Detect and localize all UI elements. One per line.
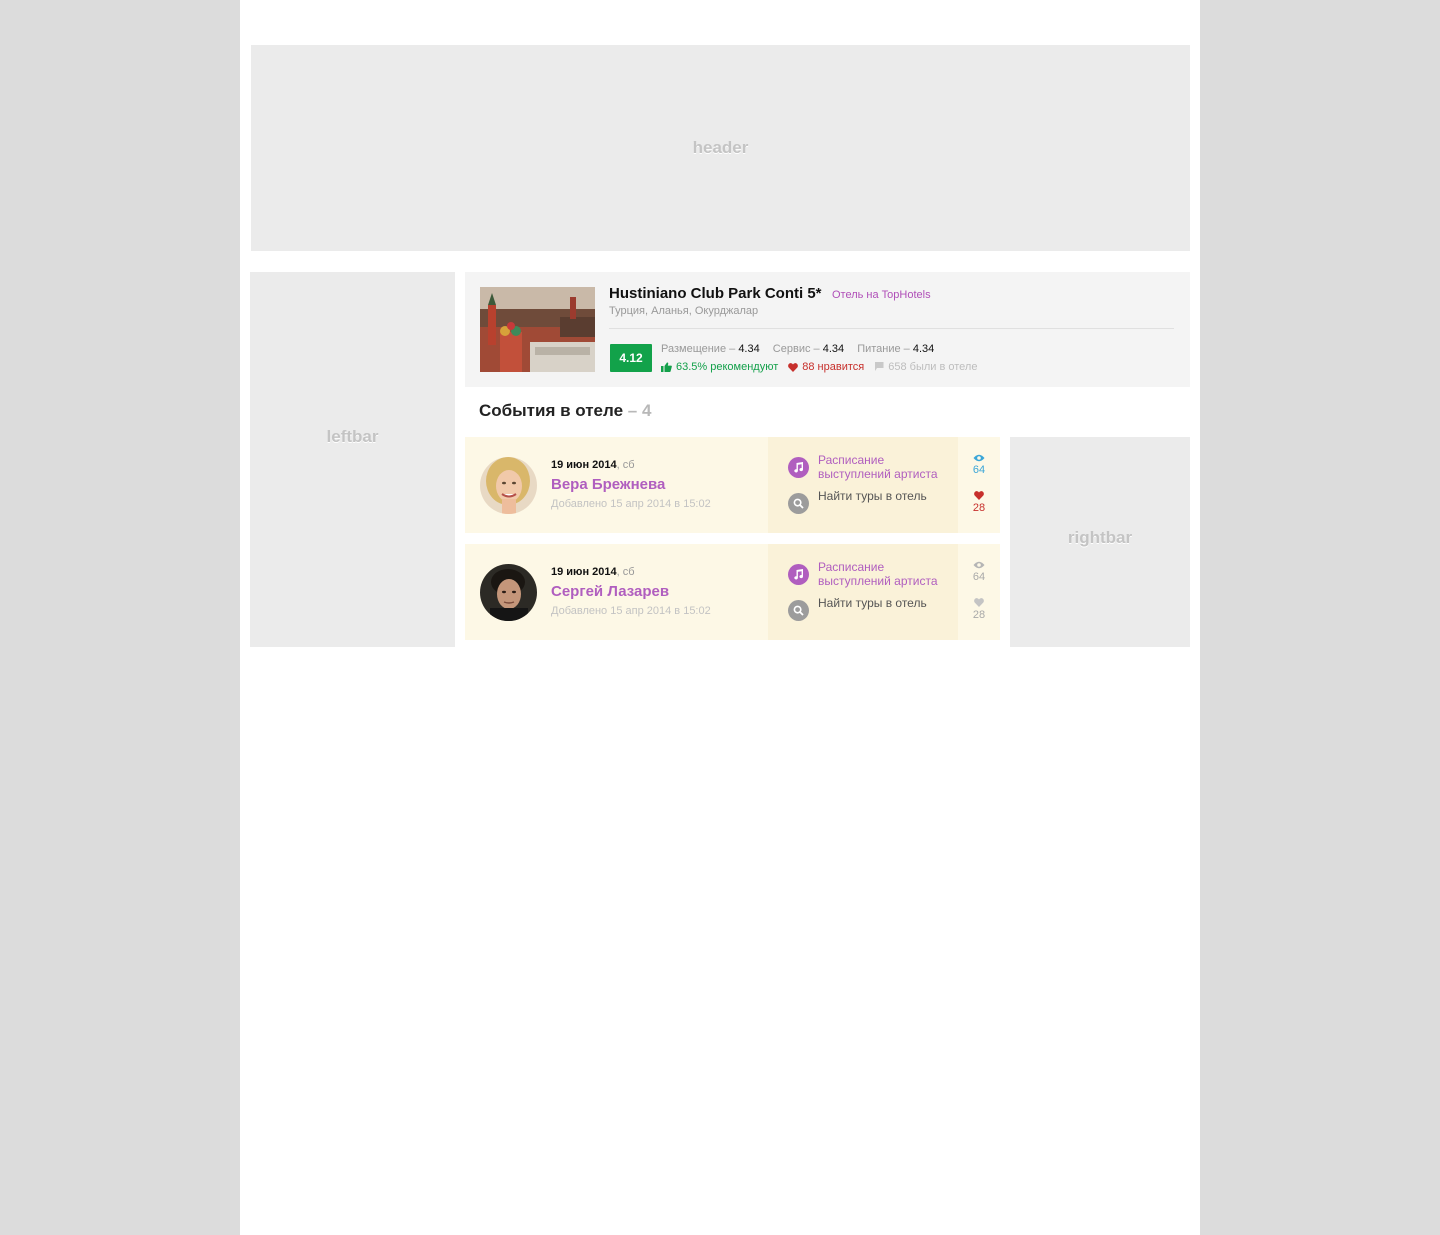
- hotel-name[interactable]: Hustiniano Club Park Conti 5*: [609, 285, 822, 302]
- stat-recommend-label: 63.5% рекомендуют: [676, 361, 779, 373]
- event-day: сб: [622, 459, 635, 471]
- event-card: 19 июн 2014, сб Вера Брежнева Добавлено …: [465, 437, 1000, 533]
- event-date: 19 июн 2014, сб: [551, 459, 635, 471]
- hotel-tag-link[interactable]: Отель на TopHotels: [832, 289, 931, 301]
- likes-count: 28: [972, 609, 986, 621]
- event-actions: Расписание выступлений артиста Найти тур…: [768, 437, 958, 533]
- event-card: 19 июн 2014, сб Сергей Лазарев Добавлено…: [465, 544, 1000, 640]
- hotel-stats: 63.5% рекомендуют 88 нравится 658 были в…: [661, 361, 977, 373]
- event-added-date: Добавлено 15 апр 2014 в 15:02: [551, 498, 711, 510]
- stat-likes[interactable]: 88 нравится: [788, 361, 864, 373]
- events-heading-title: События в отеле: [479, 401, 624, 420]
- hotel-photo[interactable]: [480, 287, 595, 372]
- thumbs-up-icon: [661, 362, 672, 372]
- artist-schedule-label: Расписание выступлений артиста: [818, 453, 938, 481]
- leftbar-placeholder-label: leftbar: [326, 426, 379, 446]
- heart-icon: [788, 362, 799, 372]
- avatar[interactable]: [480, 457, 537, 514]
- rating-value: 4.34: [738, 343, 760, 355]
- event-artist-name[interactable]: Вера Брежнева: [551, 476, 665, 493]
- rating-value: 4.34: [912, 343, 935, 355]
- header-placeholder-label: header: [692, 138, 749, 157]
- find-tours-label: Найти туры в отель: [818, 489, 927, 503]
- avatar[interactable]: [480, 564, 537, 621]
- rightbar-placeholder: rightbar: [1010, 437, 1190, 647]
- rating-accommodation: Размещение – 4.34: [661, 343, 760, 355]
- events-heading: События в отеле – 4: [479, 401, 651, 421]
- event-counters: 64 28: [958, 544, 1000, 640]
- stat-likes-label: 88 нравится: [802, 361, 865, 373]
- divider: [609, 328, 1174, 329]
- find-tours-label: Найти туры в отель: [818, 596, 927, 610]
- hotel-title-row: Hustiniano Club Park Conti 5* Отель на T…: [609, 285, 931, 303]
- hotel-score-badge: 4.12: [610, 344, 652, 372]
- rating-food: Питание – 4.34: [857, 343, 935, 355]
- events-heading-count: – 4: [627, 401, 652, 420]
- hotel-card: Hustiniano Club Park Conti 5* Отель на T…: [465, 272, 1190, 387]
- eye-icon: [973, 561, 985, 569]
- views-count: 64: [972, 464, 986, 476]
- event-artist-name[interactable]: Сергей Лазарев: [551, 583, 669, 600]
- views-counter: 64: [958, 561, 1000, 583]
- rating-service: Сервис – 4.34: [772, 343, 845, 355]
- event-counters: 64 28: [958, 437, 1000, 533]
- stat-visited-label: 658 были в отеле: [888, 361, 978, 373]
- search-icon: [788, 600, 809, 621]
- music-note-icon: [788, 457, 809, 478]
- header-placeholder: header: [251, 45, 1190, 251]
- eye-icon: [973, 454, 985, 462]
- flag-icon: [875, 362, 884, 371]
- artist-schedule-link[interactable]: Расписание выступлений артиста: [788, 560, 948, 588]
- artist-schedule-label: Расписание выступлений артиста: [818, 560, 938, 588]
- event-date-value: 19 июн 2014: [551, 566, 617, 578]
- find-tours-link[interactable]: Найти туры в отель: [788, 489, 948, 514]
- stat-recommend[interactable]: 63.5% рекомендуют: [661, 361, 778, 373]
- event-date: 19 июн 2014, сб: [551, 566, 635, 578]
- rating-label: Питание: [857, 343, 901, 355]
- event-added-date: Добавлено 15 апр 2014 в 15:02: [551, 605, 711, 617]
- views-count: 64: [972, 571, 986, 583]
- event-actions: Расписание выступлений артиста Найти тур…: [768, 544, 958, 640]
- artist-schedule-link[interactable]: Расписание выступлений артиста: [788, 453, 948, 481]
- views-counter: 64: [958, 454, 1000, 476]
- rightbar-placeholder-label: rightbar: [1067, 528, 1133, 547]
- heart-icon: [974, 491, 984, 500]
- find-tours-link[interactable]: Найти туры в отель: [788, 596, 948, 621]
- hotel-ratings: Размещение – 4.34 Сервис – 4.34 Питание …: [661, 343, 944, 355]
- hotel-location: Турция, Аланья, Окурджалар: [609, 305, 759, 317]
- page: header leftbar rightbar Hustiniano Club …: [240, 0, 1200, 1235]
- music-note-icon: [788, 564, 809, 585]
- stat-visited[interactable]: 658 были в отеле: [874, 361, 977, 373]
- likes-counter[interactable]: 28: [958, 491, 1000, 514]
- search-icon: [788, 493, 809, 514]
- event-date-value: 19 июн 2014: [551, 459, 617, 471]
- heart-icon: [974, 598, 984, 607]
- likes-counter[interactable]: 28: [958, 598, 1000, 621]
- rating-label: Размещение: [661, 343, 727, 355]
- rating-value: 4.34: [822, 343, 845, 355]
- likes-count: 28: [972, 502, 986, 514]
- event-day: сб: [622, 566, 635, 578]
- leftbar-placeholder: leftbar: [250, 272, 455, 647]
- rating-label: Сервис: [772, 343, 811, 355]
